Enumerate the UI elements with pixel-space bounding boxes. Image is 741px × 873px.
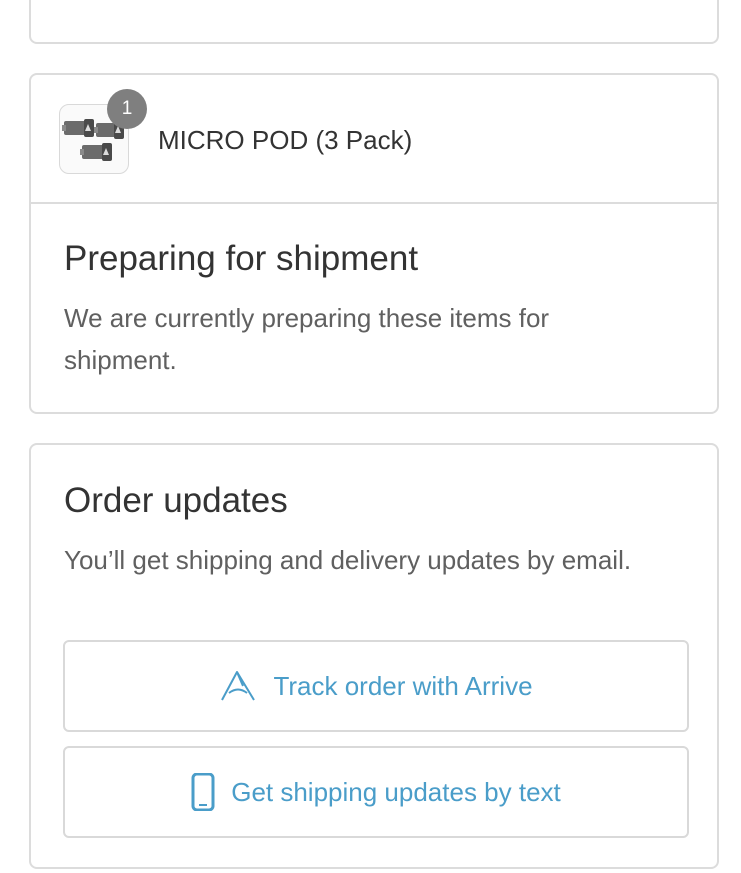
arrive-logo-icon (219, 669, 257, 703)
quantity-badge: 1 (107, 89, 147, 129)
shipment-card: 1 MICRO POD (3 Pack) Preparing for shipm… (29, 73, 719, 414)
order-updates-card: Order updates You’ll get shipping and de… (29, 443, 719, 869)
shipment-title: Preparing for shipment (64, 239, 419, 278)
order-updates-description: You’ll get shipping and delivery updates… (64, 545, 632, 575)
product-name: MICRO POD (3 Pack) (158, 125, 413, 155)
shipment-description: We are currently preparing these items f… (64, 303, 550, 375)
order-updates-title: Order updates (64, 481, 288, 520)
track-order-button[interactable]: Track order with Arrive (63, 640, 689, 732)
phone-icon (191, 773, 215, 811)
product-row: 1 MICRO POD (3 Pack) (31, 75, 717, 204)
text-updates-button[interactable]: Get shipping updates by text (63, 746, 689, 838)
previous-card (29, 0, 719, 44)
text-updates-label: Get shipping updates by text (231, 776, 561, 807)
track-order-label: Track order with Arrive (273, 670, 533, 701)
